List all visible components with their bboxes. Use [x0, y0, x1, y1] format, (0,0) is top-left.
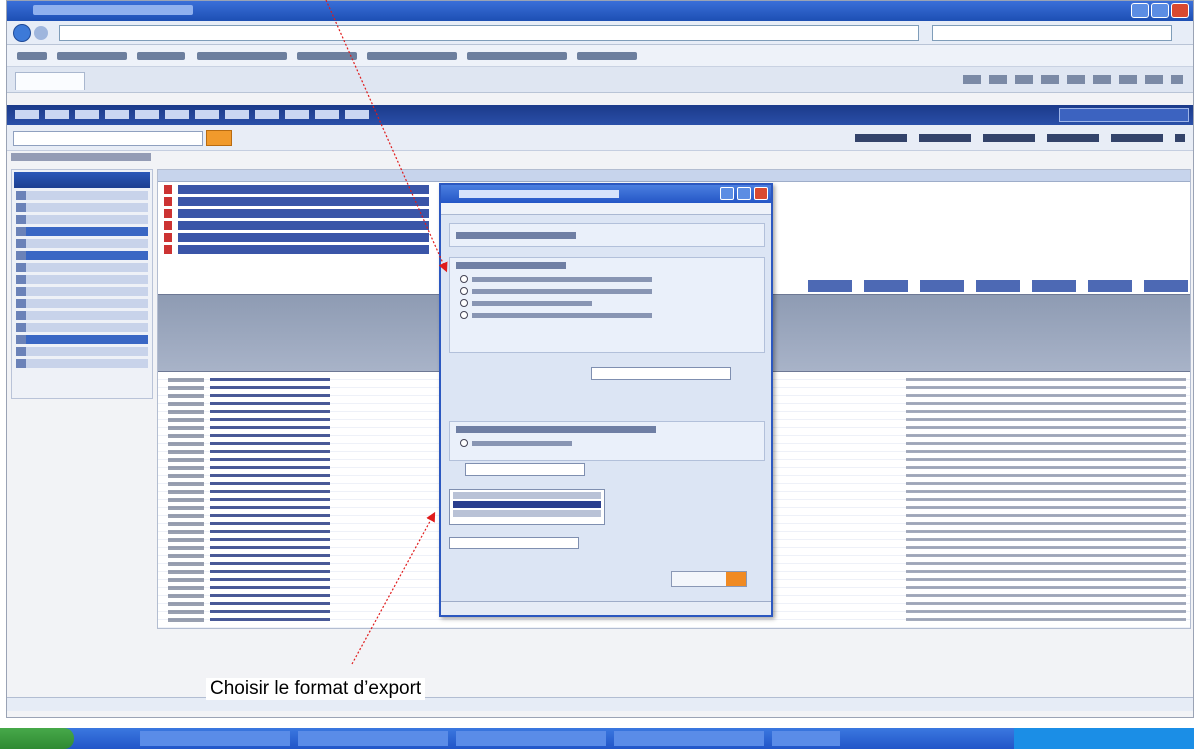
dialog-minimize-icon[interactable]: [720, 187, 734, 200]
checkbox-option[interactable]: [450, 437, 764, 449]
browser-tab[interactable]: [15, 72, 85, 90]
address-bar[interactable]: [59, 25, 919, 41]
browser-title-text: [33, 5, 193, 15]
annotated-screenshot: Choisir le format d’export: [0, 0, 1194, 749]
dialog-menu-bar[interactable]: [441, 203, 771, 215]
dialog-maximize-icon[interactable]: [737, 187, 751, 200]
export-type-select[interactable]: [449, 223, 765, 247]
radio-icon[interactable]: [460, 275, 468, 283]
sidebar: [11, 169, 153, 399]
system-tray: [1014, 728, 1194, 749]
browser-search-input[interactable]: [932, 25, 1172, 41]
results-toolbar[interactable]: [808, 280, 1188, 292]
favorite-link[interactable]: [137, 52, 185, 60]
close-icon[interactable]: [1171, 3, 1189, 18]
radio-option[interactable]: [450, 273, 764, 285]
annotation-caption: Choisir le format d’export: [206, 678, 426, 700]
sidebar-item[interactable]: [16, 287, 148, 296]
back-icon[interactable]: [13, 24, 31, 42]
dialog-title: [459, 190, 619, 198]
option-label: [472, 300, 592, 306]
radio-option[interactable]: [450, 309, 764, 321]
sidebar-item[interactable]: [16, 215, 148, 224]
search-go-button[interactable]: [206, 130, 232, 146]
export-type-label: [456, 232, 576, 239]
numeric-columns: [906, 378, 1186, 624]
favorite-link[interactable]: [467, 52, 567, 60]
company-count-select[interactable]: [591, 367, 731, 380]
radio-icon[interactable]: [460, 299, 468, 307]
row-checkboxes[interactable]: [168, 378, 204, 624]
sidebar-item[interactable]: [16, 347, 148, 356]
sidebar-item[interactable]: [16, 251, 148, 260]
dialog-close-icon[interactable]: [754, 187, 768, 200]
company-selection-panel: [449, 257, 765, 353]
sidebar-item[interactable]: [16, 359, 148, 368]
sidebar-item[interactable]: [16, 311, 148, 320]
favorite-link[interactable]: [17, 52, 47, 60]
browser-navigation-bar: [7, 21, 1193, 45]
windows-taskbar: [0, 728, 1194, 749]
sidebar-item[interactable]: [16, 323, 148, 332]
favorite-link[interactable]: [197, 52, 287, 60]
favorite-link[interactable]: [297, 52, 357, 60]
favorite-link[interactable]: [577, 52, 637, 60]
results-header: [158, 170, 1190, 182]
header-links[interactable]: [855, 134, 1185, 142]
option-label: [472, 276, 652, 282]
export-dialog: [439, 183, 773, 617]
browser-command-bar[interactable]: [963, 75, 1183, 84]
file-name-input[interactable]: [449, 537, 579, 549]
selection-heading: [456, 262, 566, 269]
maximize-icon[interactable]: [1151, 3, 1169, 18]
format-option-selected[interactable]: [453, 501, 601, 508]
browser-title-bar: [7, 1, 1193, 21]
window-controls: [1131, 3, 1189, 18]
sidebar-item[interactable]: [16, 227, 148, 236]
radio-option[interactable]: [450, 285, 764, 297]
format-option[interactable]: [453, 510, 601, 517]
export-format-listbox[interactable]: [449, 489, 605, 525]
sidebar-item[interactable]: [16, 335, 148, 344]
max-count-select[interactable]: [465, 463, 585, 476]
option-label: [472, 312, 652, 318]
favorite-link[interactable]: [57, 52, 127, 60]
favorites-bar: [7, 45, 1193, 67]
app-search-input[interactable]: [13, 131, 203, 146]
sidebar-item[interactable]: [16, 191, 148, 200]
taskbar-items[interactable]: [140, 731, 840, 746]
connect-button[interactable]: [1059, 108, 1189, 122]
app-search-bar: [7, 125, 1193, 151]
breadcrumb[interactable]: [11, 153, 151, 161]
app-brand: [15, 110, 375, 119]
options-heading: [456, 426, 656, 433]
export-button[interactable]: [671, 571, 747, 587]
sidebar-item[interactable]: [16, 263, 148, 272]
option-label: [472, 440, 572, 446]
sidebar-item[interactable]: [16, 239, 148, 248]
radio-icon[interactable]: [460, 311, 468, 319]
option-label: [472, 288, 652, 294]
radio-icon[interactable]: [460, 287, 468, 295]
export-options-panel: [449, 421, 765, 461]
sidebar-item[interactable]: [16, 299, 148, 308]
sidebar-item[interactable]: [16, 275, 148, 284]
favorite-link[interactable]: [367, 52, 457, 60]
checkbox-icon[interactable]: [460, 439, 468, 447]
sidebar-item[interactable]: [16, 203, 148, 212]
browser-tab-strip: [7, 67, 1193, 93]
browser-screenshot: [6, 0, 1194, 718]
dialog-title-bar: [441, 185, 771, 203]
start-button[interactable]: [0, 728, 74, 749]
forward-icon[interactable]: [34, 26, 48, 40]
company-name-links[interactable]: [210, 378, 330, 624]
sidebar-header: [14, 172, 150, 188]
browser-status-bar: [7, 697, 1193, 711]
format-option[interactable]: [453, 492, 601, 499]
app-header: [7, 105, 1193, 125]
dialog-status-bar: [441, 601, 771, 615]
radio-option[interactable]: [450, 297, 764, 309]
export-arrow-icon: [726, 572, 746, 586]
minimize-icon[interactable]: [1131, 3, 1149, 18]
